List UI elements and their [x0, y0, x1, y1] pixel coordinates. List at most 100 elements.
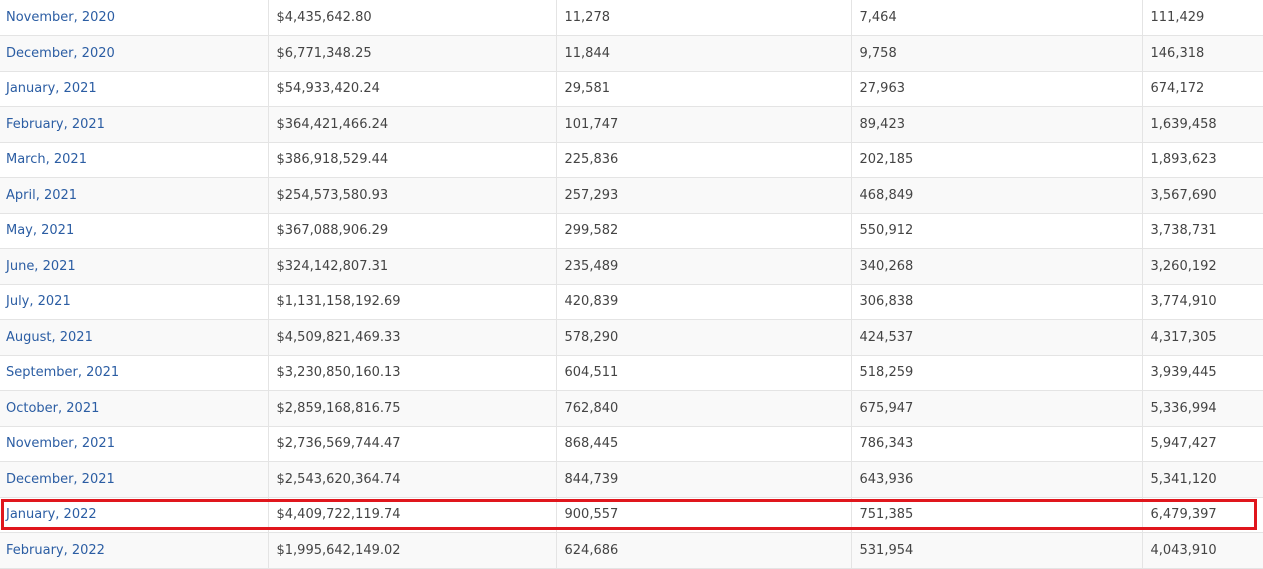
- month-cell: April, 2021: [0, 177, 269, 214]
- count-cell: 578,290: [556, 319, 852, 356]
- month-cell: December, 2020: [0, 35, 269, 72]
- count-cell: 3,260,192: [1142, 248, 1263, 285]
- count-cell: 3,738,731: [1142, 213, 1263, 249]
- month-link[interactable]: September, 2021: [6, 365, 119, 380]
- count-cell: 531,954: [851, 532, 1143, 569]
- value-cell: $4,435,642.80: [268, 0, 557, 36]
- month-link[interactable]: February, 2021: [6, 117, 105, 132]
- value-cell: $364,421,466.24: [268, 106, 557, 143]
- month-link[interactable]: February, 2022: [6, 543, 105, 558]
- value-cell: $6,771,348.25: [268, 35, 557, 72]
- month-link[interactable]: December, 2020: [6, 46, 115, 61]
- count-cell: 11,844: [556, 35, 852, 72]
- table-row: December, 2021 $2,543,620,364.74 844,739…: [0, 461, 1263, 498]
- table-row: May, 2021 $367,088,906.29 299,582 550,91…: [0, 213, 1263, 249]
- monthly-stats-table: November, 2020 $4,435,642.80 11,278 7,46…: [0, 0, 1263, 569]
- count-cell: 624,686: [556, 532, 852, 569]
- month-link[interactable]: January, 2021: [6, 81, 97, 96]
- table-row: November, 2020 $4,435,642.80 11,278 7,46…: [0, 0, 1263, 36]
- month-cell: March, 2021: [0, 142, 269, 178]
- value-cell: $3,230,850,160.13: [268, 355, 557, 391]
- month-cell: February, 2021: [0, 106, 269, 143]
- month-link[interactable]: April, 2021: [6, 188, 77, 203]
- count-cell: 101,747: [556, 106, 852, 143]
- count-cell: 4,317,305: [1142, 319, 1263, 356]
- count-cell: 225,836: [556, 142, 852, 178]
- table-row: February, 2022 $1,995,642,149.02 624,686…: [0, 532, 1263, 569]
- count-cell: 674,172: [1142, 71, 1263, 107]
- value-cell: $1,995,642,149.02: [268, 532, 557, 569]
- count-cell: 751,385: [851, 497, 1143, 533]
- count-cell: 518,259: [851, 355, 1143, 391]
- count-cell: 3,774,910: [1142, 284, 1263, 320]
- count-cell: 468,849: [851, 177, 1143, 214]
- count-cell: 7,464: [851, 0, 1143, 36]
- value-cell: $254,573,580.93: [268, 177, 557, 214]
- month-cell: August, 2021: [0, 319, 269, 356]
- month-link[interactable]: August, 2021: [6, 330, 93, 345]
- month-cell: September, 2021: [0, 355, 269, 391]
- value-cell: $2,543,620,364.74: [268, 461, 557, 498]
- value-cell: $2,736,569,744.47: [268, 426, 557, 462]
- count-cell: 420,839: [556, 284, 852, 320]
- count-cell: 11,278: [556, 0, 852, 36]
- month-link[interactable]: November, 2020: [6, 10, 115, 25]
- value-cell: $4,509,821,469.33: [268, 319, 557, 356]
- month-link[interactable]: January, 2022: [6, 507, 97, 522]
- month-cell: November, 2020: [0, 0, 269, 36]
- count-cell: 1,893,623: [1142, 142, 1263, 178]
- month-link[interactable]: November, 2021: [6, 436, 115, 451]
- count-cell: 9,758: [851, 35, 1143, 72]
- table-row: November, 2021 $2,736,569,744.47 868,445…: [0, 426, 1263, 462]
- count-cell: 604,511: [556, 355, 852, 391]
- count-cell: 257,293: [556, 177, 852, 214]
- month-cell: December, 2021: [0, 461, 269, 498]
- count-cell: 306,838: [851, 284, 1143, 320]
- count-cell: 235,489: [556, 248, 852, 285]
- month-cell: February, 2022: [0, 532, 269, 569]
- count-cell: 900,557: [556, 497, 852, 533]
- count-cell: 3,567,690: [1142, 177, 1263, 214]
- count-cell: 5,947,427: [1142, 426, 1263, 462]
- month-link[interactable]: May, 2021: [6, 223, 74, 238]
- count-cell: 643,936: [851, 461, 1143, 498]
- count-cell: 111,429: [1142, 0, 1263, 36]
- value-cell: $4,409,722,119.74: [268, 497, 557, 533]
- month-cell: October, 2021: [0, 390, 269, 427]
- month-link[interactable]: December, 2021: [6, 472, 115, 487]
- count-cell: 89,423: [851, 106, 1143, 143]
- count-cell: 3,939,445: [1142, 355, 1263, 391]
- count-cell: 146,318: [1142, 35, 1263, 72]
- table-row: July, 2021 $1,131,158,192.69 420,839 306…: [0, 284, 1263, 320]
- value-cell: $367,088,906.29: [268, 213, 557, 249]
- count-cell: 1,639,458: [1142, 106, 1263, 143]
- count-cell: 675,947: [851, 390, 1143, 427]
- table-row: August, 2021 $4,509,821,469.33 578,290 4…: [0, 319, 1263, 356]
- value-cell: $386,918,529.44: [268, 142, 557, 178]
- table-row: February, 2021 $364,421,466.24 101,747 8…: [0, 106, 1263, 143]
- table-row: October, 2021 $2,859,168,816.75 762,840 …: [0, 390, 1263, 427]
- count-cell: 5,341,120: [1142, 461, 1263, 498]
- count-cell: 299,582: [556, 213, 852, 249]
- month-link[interactable]: July, 2021: [6, 294, 71, 309]
- count-cell: 340,268: [851, 248, 1143, 285]
- table-row: June, 2021 $324,142,807.31 235,489 340,2…: [0, 248, 1263, 285]
- count-cell: 424,537: [851, 319, 1143, 356]
- table-row-highlighted: January, 2022 $4,409,722,119.74 900,557 …: [0, 497, 1263, 533]
- count-cell: 868,445: [556, 426, 852, 462]
- count-cell: 786,343: [851, 426, 1143, 462]
- month-link[interactable]: March, 2021: [6, 152, 87, 167]
- month-cell: May, 2021: [0, 213, 269, 249]
- value-cell: $2,859,168,816.75: [268, 390, 557, 427]
- month-cell: January, 2021: [0, 71, 269, 107]
- count-cell: 27,963: [851, 71, 1143, 107]
- table-row: December, 2020 $6,771,348.25 11,844 9,75…: [0, 35, 1263, 72]
- table-row: September, 2021 $3,230,850,160.13 604,51…: [0, 355, 1263, 391]
- count-cell: 4,043,910: [1142, 532, 1263, 569]
- month-cell: July, 2021: [0, 284, 269, 320]
- month-link[interactable]: June, 2021: [6, 259, 76, 274]
- month-link[interactable]: October, 2021: [6, 401, 99, 416]
- count-cell: 762,840: [556, 390, 852, 427]
- month-cell: November, 2021: [0, 426, 269, 462]
- count-cell: 5,336,994: [1142, 390, 1263, 427]
